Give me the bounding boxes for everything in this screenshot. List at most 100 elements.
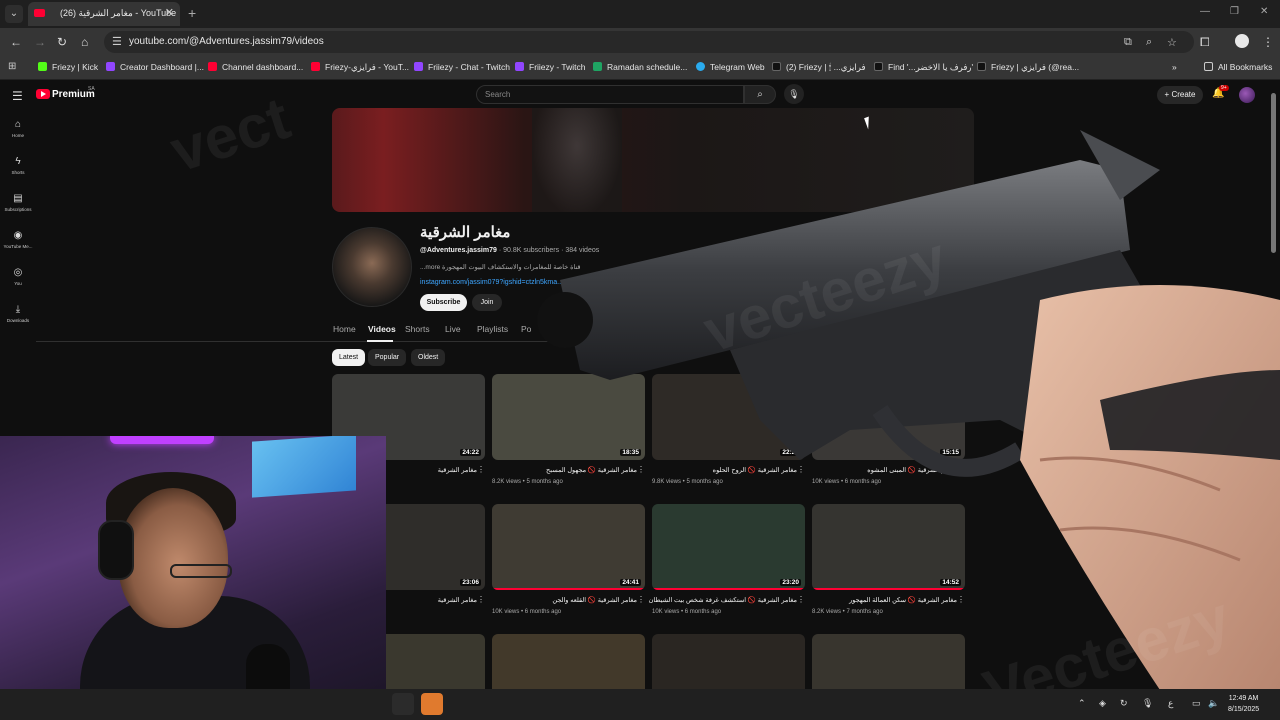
bookmark-star-icon[interactable]: ☆ [1167, 36, 1177, 49]
video-title[interactable]: مغامر الشرقية [438, 596, 477, 604]
tab-playlists[interactable]: Playlists [477, 324, 508, 334]
more-options-icon[interactable]: ⋮ [637, 465, 645, 474]
browser-tab[interactable]: مغامر الشرقية (26) - YouTube ✕ [28, 2, 180, 26]
bookmark-2[interactable]: Channel dashboard... [208, 61, 303, 75]
site-info-icon[interactable]: ☰ [112, 35, 122, 48]
taskbar-app-icon[interactable] [392, 693, 414, 715]
create-button[interactable]: + Create [1157, 86, 1203, 104]
more-options-icon[interactable]: ⋮ [637, 595, 645, 604]
account-avatar[interactable] [1239, 87, 1255, 103]
video-title[interactable]: مغامر الشرقية 🚫 سكن العمالة المهجور [849, 596, 957, 604]
more-bookmarks-icon[interactable]: » [1172, 61, 1177, 75]
bookmark-7[interactable]: Telegram Web [696, 61, 765, 75]
video-thumbnail[interactable]: 14:52 [812, 504, 965, 590]
video-thumbnail[interactable]: 15:15 [812, 374, 965, 460]
video-thumbnail[interactable] [652, 634, 805, 689]
restore-icon[interactable]: ❐ [1230, 6, 1239, 17]
apps-grid-icon[interactable]: ⊞ [8, 62, 18, 72]
volume-icon[interactable]: 🔈 [1208, 698, 1219, 709]
browser-profile-icon[interactable] [1235, 34, 1249, 48]
zoom-icon[interactable]: ⌕ [1146, 36, 1152, 49]
reload-icon[interactable]: ↻ [57, 35, 67, 49]
sidebar-item-you[interactable]: ◎ You [0, 267, 36, 286]
video-title[interactable]: مغامر الشرقية 🚫 الروح الحلوه [713, 466, 797, 474]
search-input[interactable]: Search [476, 85, 744, 104]
taskbar-app-icon[interactable] [421, 693, 443, 715]
chip-oldest[interactable]: Oldest [411, 349, 446, 366]
address-bar[interactable]: ☰ youtube.com/@Adventures.jassim79/video… [104, 31, 1194, 53]
tab-posts[interactable]: Po [521, 324, 531, 334]
channel-description[interactable]: ...more قناة خاصة للمغامرات والاستكشاف ا… [420, 263, 581, 271]
video-thumbnail[interactable]: 24:41 [492, 504, 645, 590]
tray-mic-icon[interactable]: 🎙 [1142, 698, 1153, 709]
bookmark-3[interactable]: Friezy-فرايزي - YouT... [311, 61, 409, 75]
tray-app-icon[interactable]: ◈ [1099, 698, 1106, 709]
video-title[interactable]: مغامر الشرقية 🚫 استكشف غرفة شخص بيت الشي… [649, 596, 797, 604]
voice-search-button[interactable]: 🎙 [784, 84, 804, 104]
all-bookmarks[interactable]: All Bookmarks [1204, 61, 1272, 75]
channel-avatar[interactable] [332, 227, 412, 307]
video-thumbnail[interactable] [492, 634, 645, 689]
sidebar-item-home[interactable]: ⌂ Home [0, 119, 36, 138]
video-thumbnail[interactable]: 18:35 [492, 374, 645, 460]
video-meta: 8.2K views • 5 months ago [492, 479, 563, 485]
bookmark-10[interactable]: Friezy | فرايزي (@rea... [977, 61, 1079, 75]
bookmark-8[interactable]: (2) Friezy | 🕯 ...فرايزي [772, 61, 866, 75]
chip-latest[interactable]: Latest [332, 349, 366, 366]
new-tab-icon[interactable]: + [188, 5, 196, 21]
close-window-icon[interactable]: ✕ [1260, 6, 1268, 17]
more-options-icon[interactable]: ⋮ [957, 595, 965, 604]
video-title[interactable]: مغامر الشرقية 🚫 مجهول المسبح [546, 466, 637, 474]
network-icon[interactable]: ▭ [1192, 698, 1201, 709]
minimize-icon[interactable]: — [1200, 6, 1210, 17]
subscribe-button[interactable]: Subscribe [420, 294, 467, 311]
video-thumbnail[interactable]: 22:26 [652, 374, 805, 460]
kick-icon [38, 62, 47, 71]
tab-home[interactable]: Home [333, 324, 356, 334]
install-app-icon[interactable]: ⧉ [1124, 36, 1132, 49]
bookmark-5[interactable]: Friiezy - Twitch [515, 61, 586, 75]
more-options-icon[interactable]: ⋮ [797, 595, 805, 604]
tab-videos[interactable]: Videos [368, 324, 396, 334]
extensions-icon[interactable]: ⧠ [1200, 35, 1210, 50]
video-title[interactable]: مغامر الشرقية 🚫 القلعه والجن [552, 596, 637, 604]
more-options-icon[interactable]: ⋮ [797, 465, 805, 474]
bookmark-4[interactable]: Friiezy - Chat - Twitch [414, 61, 510, 75]
sidebar-item-shorts[interactable]: ϟ Shorts [0, 156, 36, 175]
sidebar-item-subscriptions[interactable]: ▤ Subscriptions [0, 193, 36, 212]
youtube-logo-icon[interactable] [36, 89, 50, 99]
page-scrollbar[interactable] [1271, 93, 1276, 253]
keyboard-language[interactable]: ع [1168, 698, 1173, 709]
browser-menu-icon[interactable]: ⋮ [1262, 35, 1274, 49]
video-thumbnail[interactable]: 23:20 [652, 504, 805, 590]
bookmark-6[interactable]: Ramadan schedule... [593, 61, 687, 75]
tray-sync-icon[interactable]: ↻ [1120, 698, 1128, 709]
bookmark-9[interactable]: Find '...رفرف يا الاخضر' [874, 61, 973, 75]
home-icon[interactable]: ⌂ [81, 35, 88, 49]
chip-popular[interactable]: Popular [368, 349, 407, 366]
more-options-icon[interactable]: ⋮ [477, 595, 485, 604]
tray-overflow-icon[interactable]: ⌃ [1078, 698, 1086, 709]
tab-shorts[interactable]: Shorts [405, 324, 430, 334]
more-options-icon[interactable]: ⋮ [957, 465, 965, 474]
more-options-icon[interactable]: ⋮ [477, 465, 485, 474]
bookmark-1[interactable]: Creator Dashboard |... [106, 61, 204, 75]
back-icon[interactable]: ← [10, 35, 22, 49]
video-thumbnail[interactable] [812, 634, 965, 689]
bookmark-0[interactable]: Friezy | Kick [38, 61, 98, 75]
tab-search-button[interactable]: ⌄ [5, 5, 23, 23]
sidebar-item-youtube-music[interactable]: ◉ YouTube Me... [0, 230, 36, 249]
system-clock[interactable]: 12:49 AM 8/15/2025 [1228, 693, 1259, 715]
close-tab-icon[interactable]: ✕ [165, 6, 174, 19]
video-title[interactable]: مغامر الشرقية [438, 466, 477, 474]
join-button[interactable]: Join [472, 294, 502, 311]
video-duration: 18:35 [620, 449, 641, 456]
search-button[interactable]: ⌕ [744, 85, 776, 104]
download-icon: ⤓ [15, 304, 21, 315]
sidebar-item-downloads[interactable]: ⤓ Downloads [0, 304, 36, 323]
menu-icon[interactable]: ☰ [12, 89, 23, 103]
tab-live[interactable]: Live [445, 324, 461, 334]
forward-icon[interactable]: → [34, 35, 46, 49]
channel-link[interactable]: instagram.com/jassim079?igshid=ctzln5kma… [420, 279, 563, 286]
video-title[interactable]: مغامر الشرقية 🚫 المبنى المشوه [867, 466, 957, 474]
